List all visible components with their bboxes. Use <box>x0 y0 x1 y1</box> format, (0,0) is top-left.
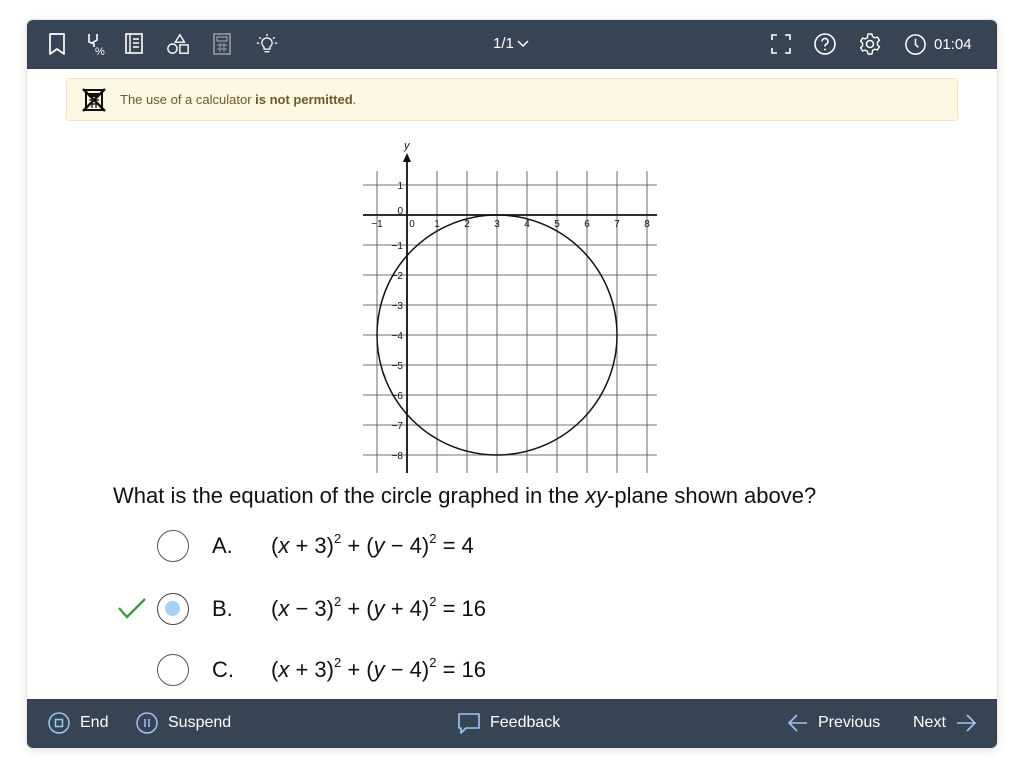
timer[interactable]: 01:04 <box>904 33 972 55</box>
test-window: % 1/1 01:04 The use of a calculator is n… <box>27 20 997 748</box>
choice-expression: (x + 3)2 + (y − 4)2 = 4 <box>271 530 474 558</box>
timer-value: 01:04 <box>934 35 972 53</box>
y-tick-label: −3 <box>392 301 404 312</box>
page-indicator: 1/1 <box>493 35 514 52</box>
y-tick-label: −2 <box>392 271 404 282</box>
choice-letter: B. <box>212 596 233 621</box>
suspend-button[interactable]: Suspend <box>135 711 231 735</box>
selected-dot <box>165 601 180 616</box>
notice-text: The use of a calculator is not permitted… <box>120 92 357 107</box>
top-toolbar: % 1/1 01:04 <box>27 20 997 69</box>
svg-text:%: % <box>95 46 105 56</box>
speech-bubble-icon <box>458 713 480 734</box>
choice-letter: A. <box>212 533 233 558</box>
calculator-notice: The use of a calculator is not permitted… <box>66 78 958 121</box>
y-axis-arrow <box>403 153 411 162</box>
choice-a[interactable]: A. (x + 3)2 + (y − 4)2 = 4 <box>117 527 617 567</box>
fullscreen-icon[interactable] <box>769 32 793 56</box>
y-tick-label: −8 <box>392 451 404 462</box>
pause-icon <box>136 712 158 734</box>
x-tick-label: 7 <box>614 219 620 230</box>
highlighter-icon[interactable]: % <box>84 32 108 56</box>
y-axis-label: y <box>403 140 411 152</box>
stop-icon <box>48 712 70 734</box>
y-tick-label: 0 <box>397 206 403 217</box>
checkmark-icon <box>118 598 146 619</box>
x-tick-label: 0 <box>409 219 415 230</box>
previous-button[interactable]: Previous <box>787 711 880 735</box>
no-calculator-icon <box>82 88 106 112</box>
bottom-toolbar: End Suspend Feedback Previous Next <box>27 699 997 748</box>
choice-c[interactable]: C. (x + 3)2 + (y − 4)2 = 16 <box>117 651 617 691</box>
settings-icon[interactable] <box>858 32 882 56</box>
x-tick-label: 8 <box>644 219 650 230</box>
choice-b-radio[interactable] <box>157 593 189 625</box>
arrow-right-icon <box>956 714 977 732</box>
x-tick-label: 5 <box>554 219 560 230</box>
choice-c-radio[interactable] <box>157 654 189 686</box>
y-tick-label: −4 <box>392 331 404 342</box>
x-tick-label: −1 <box>371 219 383 230</box>
chevron-down-icon <box>517 40 529 48</box>
lightbulb-icon[interactable] <box>255 32 279 56</box>
choice-a-radio[interactable] <box>157 530 189 562</box>
x-tick-label: 2 <box>464 219 470 230</box>
notepad-icon[interactable] <box>122 32 146 56</box>
circle-graph: xy−101234567810−1−2−3−4−5−6−7−8 <box>363 140 657 473</box>
x-tick-label: 4 <box>524 219 530 230</box>
y-tick-label: −7 <box>392 421 404 432</box>
arrow-left-icon <box>787 714 807 732</box>
y-tick-label: −5 <box>392 361 404 372</box>
feedback-button[interactable]: Feedback <box>457 711 560 735</box>
bookmark-icon[interactable] <box>45 32 69 56</box>
x-tick-label: 3 <box>494 219 500 230</box>
choice-expression: (x + 3)2 + (y − 4)2 = 16 <box>271 654 487 682</box>
choice-b[interactable]: B. (x − 3)2 + (y + 4)2 = 16 <box>117 590 617 630</box>
calculator-icon <box>210 32 234 56</box>
x-tick-label: 6 <box>584 219 590 230</box>
clock-icon <box>905 33 926 55</box>
x-tick-label: 1 <box>434 219 440 230</box>
end-button[interactable]: End <box>47 711 108 735</box>
y-tick-label: 1 <box>397 181 403 192</box>
next-button[interactable]: Next <box>913 711 977 735</box>
help-icon[interactable] <box>813 32 837 56</box>
choice-letter: C. <box>212 657 234 682</box>
question-text: What is the equation of the circle graph… <box>113 483 817 508</box>
choice-expression: (x − 3)2 + (y + 4)2 = 16 <box>271 593 487 621</box>
y-tick-label: −1 <box>392 241 404 252</box>
shapes-icon[interactable] <box>166 32 190 56</box>
question-navigator[interactable]: 1/1 <box>493 34 529 54</box>
